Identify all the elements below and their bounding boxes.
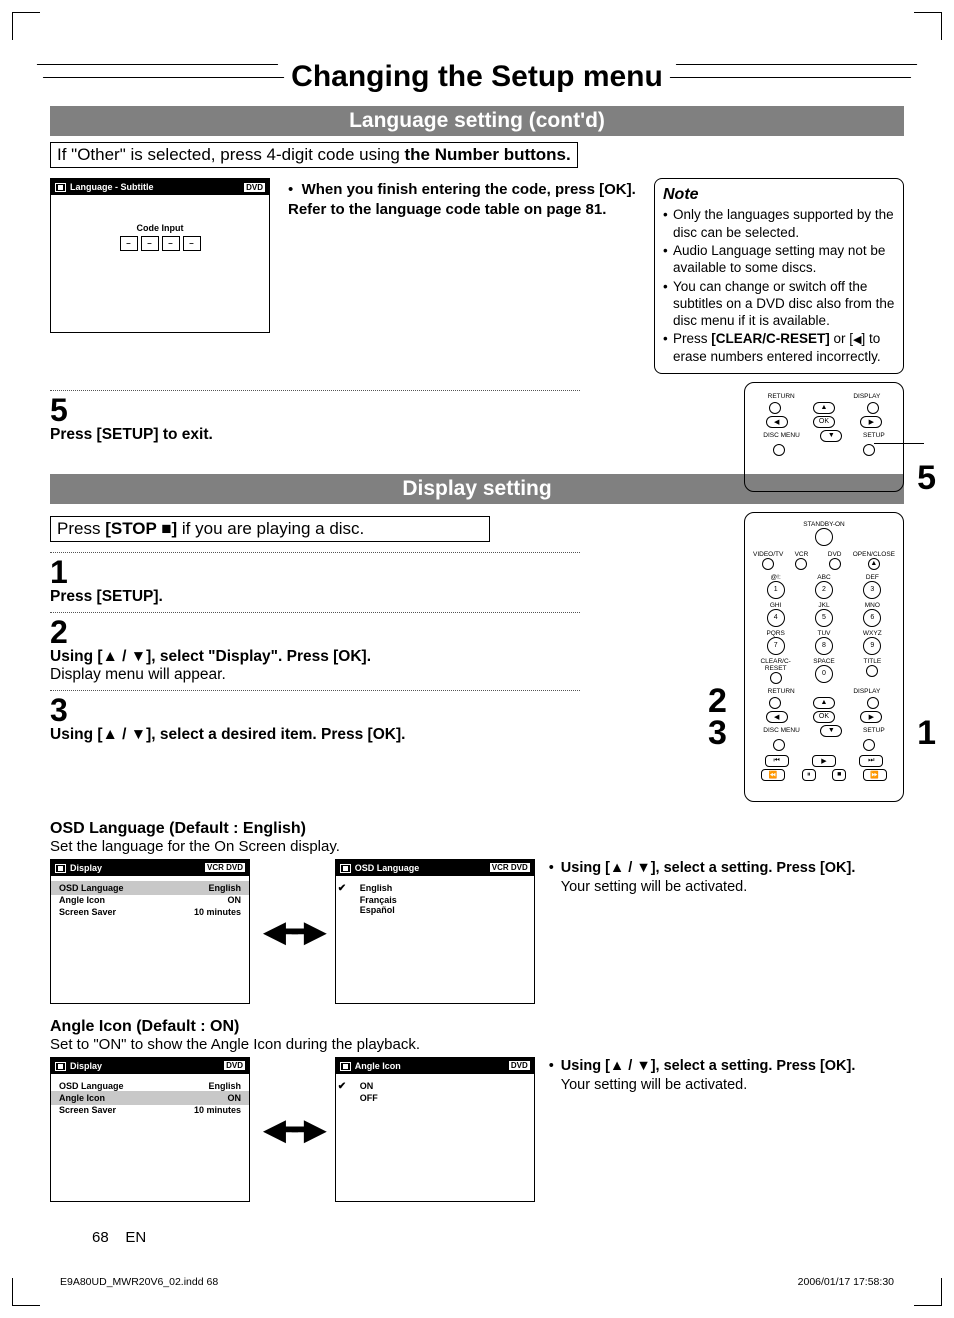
option-off: OFF <box>344 1093 526 1103</box>
other-hint-bold: the Number buttons. <box>405 145 571 164</box>
tag-dvd: DVD <box>224 1061 245 1070</box>
step-number-1: 1 <box>50 556 580 588</box>
tag-dvd: DVD <box>244 183 265 192</box>
stop-hint-bold: [STOP ■] <box>105 519 177 538</box>
step-2-text: Using [▲ / ▼], select "Display". Press [… <box>50 648 580 666</box>
step-number-3: 3 <box>50 694 580 726</box>
other-hint-box: If "Other" is selected, press 4-digit co… <box>50 142 578 168</box>
finish-instruction: • When you finish entering the code, pre… <box>288 180 636 219</box>
step-5-text: Press [SETUP] to exit. <box>50 426 580 444</box>
code-box: – <box>162 236 180 251</box>
screen-title: Display <box>70 1061 102 1071</box>
code-box: – <box>120 236 138 251</box>
tag-vcr-dvd: VCR DVD <box>490 863 530 872</box>
remote-diagram-large: STANDBY-ON VIDEO/TV VCR DVD OPEN/CLOSE▲ … <box>744 512 904 802</box>
code-input-label: Code Input <box>59 223 261 233</box>
step-3-text: Using [▲ / ▼], select a desired item. Pr… <box>50 726 580 744</box>
page-title: Changing the Setup menu <box>291 60 663 94</box>
tag-vcr-dvd: VCR DVD <box>205 863 245 872</box>
other-hint-text: If "Other" is selected, press 4-digit co… <box>57 145 405 164</box>
note-title: Note <box>663 185 895 205</box>
code-input-row: – – – – <box>59 236 261 251</box>
note-item: Only the languages supported by the disc… <box>663 206 895 241</box>
osd-language-sub: Set the language for the On Screen displ… <box>50 838 904 855</box>
double-arrow-icon: ◀━━▶ <box>264 915 321 948</box>
screen-display: DisplayVCR DVD OSD LanguageEnglish Angle… <box>50 859 250 1004</box>
double-arrow-icon: ◀━━▶ <box>264 1113 321 1146</box>
stop-hint-box: Press [STOP ■] if you are playing a disc… <box>50 516 490 542</box>
screen-title: OSD Language <box>355 863 420 873</box>
screen-osd-language: OSD Language VCR DVD English Français Esp… <box>335 859 535 1004</box>
angle-icon-header: Angle Icon (Default : ON) <box>50 1018 904 1036</box>
callout-5: 5 <box>917 459 936 498</box>
tag-dvd: DVD <box>509 1061 530 1070</box>
select-setting-instruction-2: Using [▲ / ▼], select a setting. Press [… <box>549 1057 904 1095</box>
section-bar-language: Language setting (cont'd) <box>50 106 904 136</box>
screen-angle-icon: Angle Icon DVD ON OFF <box>335 1057 535 1202</box>
step-number-2: 2 <box>50 616 580 648</box>
note-box: Note Only the languages supported by the… <box>654 178 904 374</box>
code-box: – <box>183 236 201 251</box>
option-on: ON <box>336 1079 534 1093</box>
screen-title: Language - Subtitle <box>70 182 154 192</box>
page-footer: 68 EN <box>92 1229 146 1246</box>
angle-icon-sub: Set to "ON" to show the Angle Icon durin… <box>50 1036 904 1053</box>
stop-hint-pre: Press <box>57 519 105 538</box>
print-mark: E9A80UD_MWR20V6_02.indd 68 2006/01/17 17… <box>60 1276 894 1288</box>
option-espanol: Español <box>344 905 526 915</box>
screen-language-subtitle: Language - Subtitle DVD Code Input – – –… <box>50 178 270 333</box>
screen-icon <box>55 183 66 192</box>
step-number-5: 5 <box>50 394 580 426</box>
screen-title: Angle Icon <box>355 1061 401 1071</box>
stop-hint-post: if you are playing a disc. <box>177 519 364 538</box>
code-box: – <box>141 236 159 251</box>
note-item: Press [CLEAR/C-RESET] or [] to erase num… <box>663 330 895 365</box>
step-1-text: Press [SETUP]. <box>50 588 580 606</box>
note-item: You can change or switch off the subtitl… <box>663 278 895 330</box>
option-francais: Français <box>344 895 526 905</box>
screen-title: Display <box>70 863 102 873</box>
osd-language-header: OSD Language (Default : English) <box>50 820 904 838</box>
screen-display-2: DisplayDVD OSD LanguageEnglish Angle Ico… <box>50 1057 250 1202</box>
title-ornament: Changing the Setup menu <box>50 40 904 100</box>
callout-1: 1 <box>917 714 936 753</box>
note-item: Audio Language setting may not be availa… <box>663 242 895 277</box>
option-english: English <box>336 881 534 895</box>
step-2-sub: Display menu will appear. <box>50 666 580 684</box>
remote-diagram-small: RETURNDISPLAY ▲ ◀OK▶ DISC MENU▼SETUP <box>744 382 904 492</box>
callout-3: 3 <box>708 714 727 753</box>
select-setting-instruction: Using [▲ / ▼], select a setting. Press [… <box>549 859 904 897</box>
